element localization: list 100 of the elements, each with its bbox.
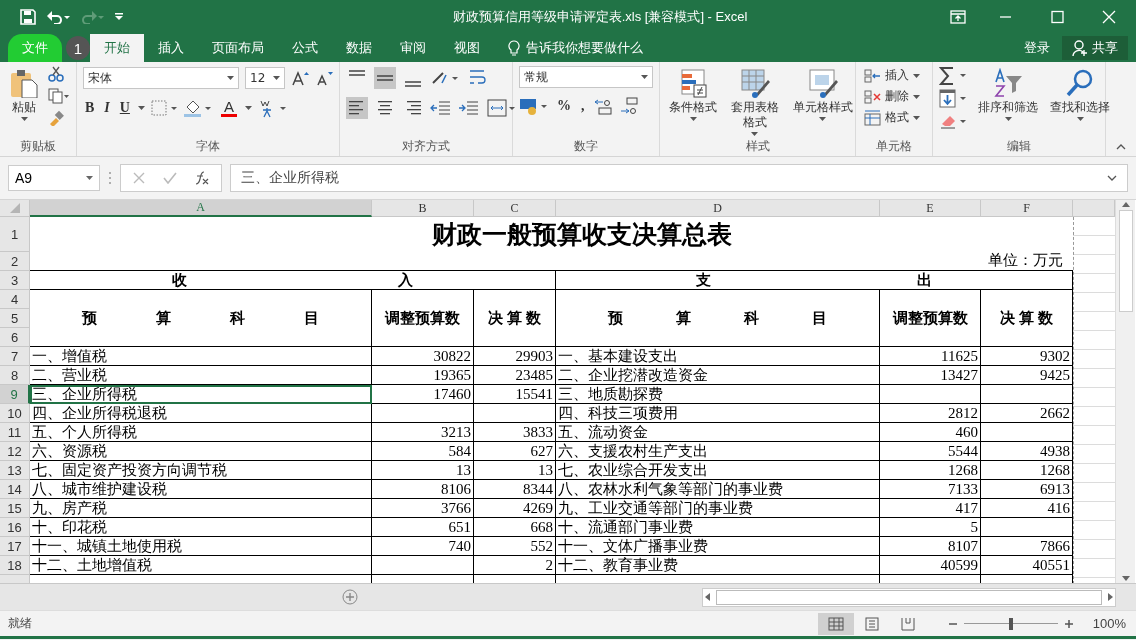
- row-header[interactable]: 8: [0, 366, 30, 385]
- ribbon-tab[interactable]: 插入: [144, 34, 198, 62]
- row-header[interactable]: 10: [0, 404, 30, 423]
- ribbon-tab[interactable]: 视图: [440, 34, 494, 62]
- italic-button[interactable]: I: [102, 98, 112, 118]
- zoom-level[interactable]: 100%: [1074, 616, 1136, 631]
- zoom-in-icon[interactable]: [1064, 618, 1074, 629]
- autosum-icon[interactable]: [939, 66, 969, 86]
- caret-icon[interactable]: [641, 75, 648, 79]
- cut-icon[interactable]: [48, 66, 64, 82]
- scroll-thumb[interactable]: [1118, 210, 1133, 312]
- column-header[interactable]: F: [981, 200, 1073, 217]
- row-header[interactable]: 15: [0, 499, 30, 518]
- horizontal-scrollbar[interactable]: [702, 587, 1116, 607]
- insert-button[interactable]: 插入: [862, 66, 922, 85]
- column-header[interactable]: C: [474, 200, 556, 217]
- increase-font-icon[interactable]: [291, 70, 309, 86]
- column-header[interactable]: A: [30, 200, 372, 217]
- font-name-dropdown[interactable]: 宋体: [83, 67, 239, 89]
- view-button[interactable]: [818, 612, 854, 635]
- table-cell: 三、企业所得税: [30, 385, 372, 404]
- copy-icon[interactable]: [48, 88, 70, 104]
- phonetic-icon[interactable]: [257, 98, 288, 118]
- caret-icon[interactable]: [913, 115, 920, 120]
- fill-down-icon[interactable]: [939, 89, 969, 109]
- comma-button[interactable]: ,: [579, 96, 587, 116]
- find-select-button[interactable]: 查找和选择: [1047, 66, 1113, 123]
- column-header[interactable]: E: [880, 200, 981, 217]
- save-icon[interactable]: [20, 9, 36, 25]
- row-header[interactable]: 11: [0, 423, 30, 442]
- row-header[interactable]: 13: [0, 461, 30, 480]
- ribbon-tab[interactable]: 开始: [90, 34, 144, 62]
- function-icon[interactable]: [195, 171, 209, 185]
- format-button[interactable]: 格式: [862, 108, 922, 127]
- row-header[interactable]: 4: [0, 290, 30, 309]
- middle-align-icon[interactable]: [374, 67, 396, 89]
- caret-icon[interactable]: [273, 76, 280, 80]
- ribbon-tab[interactable]: 页面布局: [198, 34, 278, 62]
- table-format-button[interactable]: 套用表格格式: [726, 66, 784, 138]
- caret-icon[interactable]: [86, 176, 93, 180]
- ribbon-tab[interactable]: 审阅: [386, 34, 440, 62]
- expand-icon[interactable]: [1107, 175, 1117, 181]
- sign-in-link[interactable]: 登录: [1024, 39, 1050, 57]
- scroll-left-icon[interactable]: [703, 592, 713, 602]
- caret-icon[interactable]: [819, 117, 827, 121]
- caret-icon[interactable]: [913, 73, 920, 78]
- row-header[interactable]: 12: [0, 442, 30, 461]
- undo-icon[interactable]: [46, 10, 70, 24]
- collapse-ribbon-icon[interactable]: [1116, 144, 1126, 150]
- row-header[interactable]: 17: [0, 537, 30, 556]
- row-header[interactable]: 6: [0, 328, 30, 347]
- share-button[interactable]: 共享: [1062, 36, 1128, 60]
- vertical-scrollbar[interactable]: [1115, 200, 1135, 583]
- underline-button[interactable]: U: [117, 98, 132, 118]
- font-size-dropdown[interactable]: 12: [245, 67, 285, 89]
- cell-styles-button[interactable]: 单元格样式: [789, 66, 856, 123]
- caret-icon[interactable]: [913, 94, 920, 99]
- scroll-right-icon[interactable]: [1105, 592, 1115, 602]
- tell-me-field[interactable]: 告诉我你想要做什么: [508, 34, 643, 62]
- formula-field[interactable]: 三、企业所得税: [230, 164, 1128, 192]
- customize-icon[interactable]: [114, 12, 124, 22]
- row-header[interactable]: 5: [0, 309, 30, 328]
- caret-icon[interactable]: [244, 106, 252, 110]
- number-format-dropdown[interactable]: 常规: [519, 66, 653, 88]
- row-header[interactable]: 14: [0, 480, 30, 499]
- caret-icon[interactable]: [751, 132, 759, 136]
- fill-color-icon[interactable]: [182, 99, 213, 117]
- column-header[interactable]: D: [556, 200, 880, 217]
- ribbon-display-icon[interactable]: [950, 10, 966, 24]
- delete-button[interactable]: 删除: [862, 87, 922, 106]
- name-box[interactable]: A9: [8, 165, 100, 191]
- percent-button[interactable]: %: [555, 96, 573, 116]
- row-header[interactable]: 18: [0, 556, 30, 575]
- bold-button[interactable]: B: [83, 98, 97, 118]
- row-header[interactable]: 9: [0, 385, 30, 404]
- caret-icon[interactable]: [689, 117, 697, 121]
- slider-thumb[interactable]: [1009, 617, 1013, 630]
- conditional-format-button[interactable]: 条件格式: [666, 66, 720, 123]
- caret-icon[interactable]: [227, 76, 234, 80]
- row-header[interactable]: 16: [0, 518, 30, 537]
- ribbon-tab[interactable]: 数据: [332, 34, 386, 62]
- caret-icon[interactable]: [20, 117, 28, 121]
- ribbon-tab[interactable]: 公式: [278, 34, 332, 62]
- paste-button[interactable]: 粘贴: [6, 66, 42, 123]
- row-header[interactable]: 1: [0, 217, 30, 252]
- decrease-font-icon[interactable]: [315, 70, 333, 86]
- column-header[interactable]: B: [372, 200, 474, 217]
- row-header[interactable]: 3: [0, 271, 30, 290]
- merge-center-icon[interactable]: [486, 97, 516, 119]
- caret-icon[interactable]: [1004, 117, 1012, 121]
- decrease-decimal-icon[interactable]: [618, 96, 639, 116]
- font-color-button[interactable]: A: [218, 97, 239, 119]
- align-left-icon[interactable]: [346, 97, 368, 119]
- currency-icon[interactable]: [519, 96, 549, 116]
- row-header[interactable]: 7: [0, 347, 30, 366]
- caret-icon[interactable]: [1076, 117, 1084, 121]
- caret-icon[interactable]: [137, 106, 145, 110]
- format-painter-icon[interactable]: [48, 110, 64, 126]
- row-header[interactable]: 2: [0, 252, 30, 271]
- sort-filter-button[interactable]: 排序和筛选: [975, 66, 1041, 123]
